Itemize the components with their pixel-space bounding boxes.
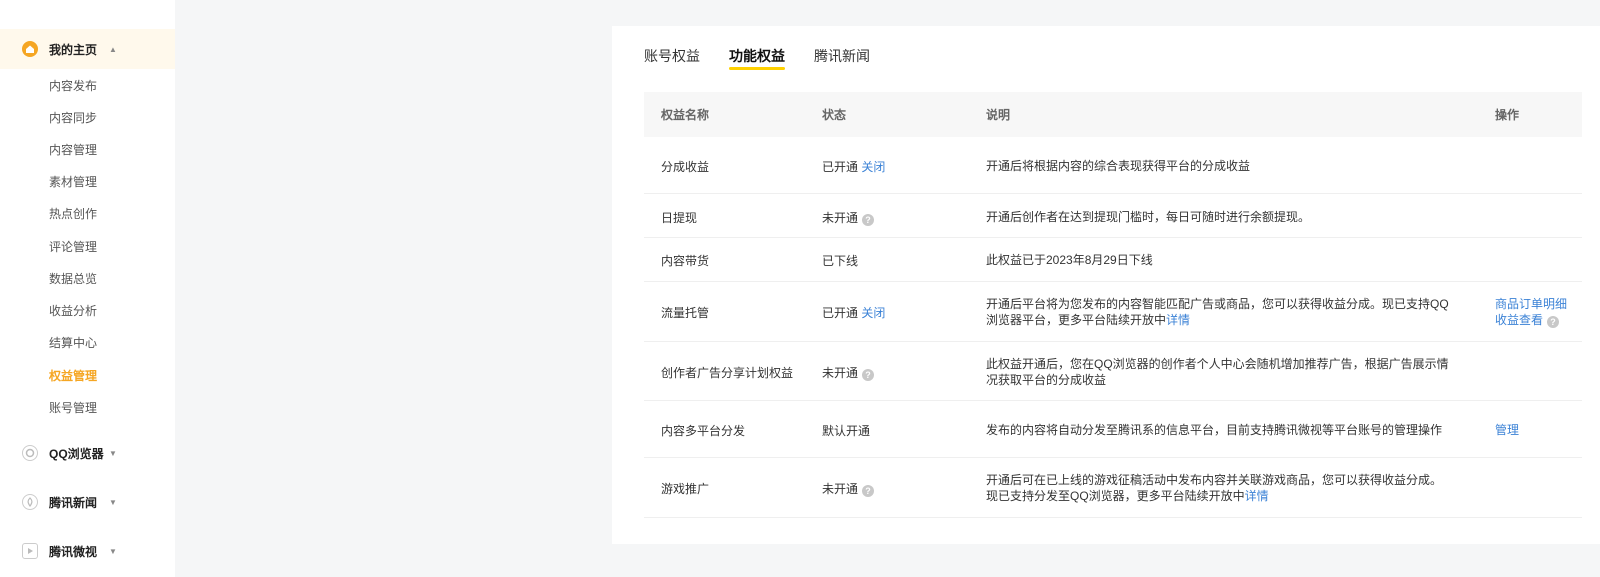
status-cell: 未开通? xyxy=(822,480,875,497)
table-row: 游戏推广 未开通? 开通后可在已上线的游戏征稿活动中发布内容并关联游戏商品，您可… xyxy=(644,458,1582,518)
status-text: 未开通 xyxy=(822,482,859,496)
rights-desc: 此权益已于2023年8月29日下线 xyxy=(986,253,1153,267)
sidebar-group-tencent-news[interactable]: 腾讯新闻 ▼ xyxy=(0,482,175,522)
rights-desc: 开通后平台将为您发布的内容智能匹配广告或商品，您可以获得收益分成。现已支持QQ浏… xyxy=(986,296,1451,328)
sidebar-item-revenue-analysis[interactable]: 收益分析 xyxy=(49,303,97,319)
sidebar-group-weishi[interactable]: 腾讯微视 ▼ xyxy=(0,531,175,571)
sidebar-group-title: 我的主页 xyxy=(49,42,98,57)
sidebar-item-rights-manage[interactable]: 权益管理 xyxy=(49,368,97,384)
table-row: 流量托管 已开通 关闭 开通后平台将为您发布的内容智能匹配广告或商品，您可以获得… xyxy=(644,282,1582,342)
qq-browser-icon xyxy=(22,445,38,461)
details-link[interactable]: 详情 xyxy=(1245,489,1269,503)
sidebar-item-content-sync[interactable]: 内容同步 xyxy=(49,110,97,126)
rights-name: 游戏推广 xyxy=(661,482,710,496)
rights-name: 分成收益 xyxy=(661,160,710,174)
status-cell: 未开通? xyxy=(822,209,875,226)
rights-table: 权益名称 状态 说明 操作 分成收益 已开通 关闭 开通后将根据内容的综合表现获… xyxy=(644,92,1582,518)
sidebar-item-settlement[interactable]: 结算中心 xyxy=(49,335,97,351)
status-text: 已开通 xyxy=(822,160,859,174)
order-detail-link[interactable]: 商品订单明细 xyxy=(1495,297,1567,311)
close-link[interactable]: 关闭 xyxy=(861,306,885,320)
help-icon[interactable]: ? xyxy=(862,485,875,497)
desc-text: 开通后平台将为您发布的内容智能匹配广告或商品，您可以获得收益分成。现已支持QQ浏… xyxy=(986,297,1449,327)
header-desc: 说明 xyxy=(986,108,1011,122)
sidebar-item-content-manage[interactable]: 内容管理 xyxy=(49,142,97,158)
table-row: 创作者广告分享计划权益 未开通? 此权益开通后，您在QQ浏览器的创作者个人中心会… xyxy=(644,342,1582,401)
tab-tencent-news[interactable]: 腾讯新闻 xyxy=(814,46,870,80)
manage-link[interactable]: 管理 xyxy=(1495,422,1519,438)
table-row: 内容带货 已下线 此权益已于2023年8月29日下线 xyxy=(644,238,1582,282)
sidebar-item-data-overview[interactable]: 数据总览 xyxy=(49,271,97,287)
table-row: 日提现 未开通? 开通后创作者在达到提现门槛时，每日可随时进行余额提现。 xyxy=(644,194,1582,238)
status-text: 未开通 xyxy=(822,211,859,225)
op-cell: 商品订单明细 收益查看? xyxy=(1495,296,1567,328)
sidebar-item-material-manage[interactable]: 素材管理 xyxy=(49,174,97,190)
chevron-down-icon: ▼ xyxy=(109,546,117,556)
rights-desc: 此权益开通后，您在QQ浏览器的创作者个人中心会随机增加推荐广告，根据广告展示情况… xyxy=(986,357,1449,387)
status-cell: 已开通 关闭 xyxy=(822,304,885,321)
table-row: 分成收益 已开通 关闭 开通后将根据内容的综合表现获得平台的分成收益 xyxy=(644,137,1582,194)
rights-desc: 发布的内容将自动分发至腾讯系的信息平台，目前支持腾讯微视等平台账号的管理操作 xyxy=(986,423,1443,437)
tencent-news-icon xyxy=(22,494,38,510)
status-text: 已开通 xyxy=(822,306,859,320)
rights-desc: 开通后可在已上线的游戏征稿活动中发布内容并关联游戏商品，您可以获得收益分成。现已… xyxy=(986,472,1451,504)
rights-name: 创作者广告分享计划权益 xyxy=(661,366,794,380)
rights-name: 内容带货 xyxy=(661,254,710,268)
sidebar: 我的主页 ▲ 内容发布 内容同步 内容管理 素材管理 热点创作 评论管理 数据总… xyxy=(0,0,175,577)
rights-name: 内容多平台分发 xyxy=(661,424,746,438)
header-status: 状态 xyxy=(822,108,847,122)
home-icon xyxy=(22,41,38,57)
status-cell: 已开通 关闭 xyxy=(822,158,885,175)
help-icon[interactable]: ? xyxy=(1547,316,1560,328)
rights-name: 流量托管 xyxy=(661,306,710,320)
details-link[interactable]: 详情 xyxy=(1166,313,1190,327)
rights-desc: 开通后将根据内容的综合表现获得平台的分成收益 xyxy=(986,159,1251,173)
chevron-up-icon: ▲ xyxy=(109,44,117,54)
sidebar-item-hot-create[interactable]: 热点创作 xyxy=(49,206,97,222)
sidebar-group-title: 腾讯新闻 xyxy=(49,495,98,510)
header-name: 权益名称 xyxy=(661,108,710,122)
help-icon[interactable]: ? xyxy=(862,369,875,381)
tab-account-rights[interactable]: 账号权益 xyxy=(644,46,700,80)
sidebar-group-title: QQ浏览器 xyxy=(49,446,104,461)
help-icon[interactable]: ? xyxy=(862,214,875,226)
status-text: 未开通 xyxy=(822,366,859,380)
header-op: 操作 xyxy=(1495,108,1520,122)
sidebar-group-qq-browser[interactable]: QQ浏览器 ▼ xyxy=(0,433,175,473)
rights-desc: 开通后创作者在达到提现门槛时，每日可随时进行余额提现。 xyxy=(986,210,1311,224)
chevron-down-icon: ▼ xyxy=(109,497,117,507)
weishi-icon xyxy=(22,543,38,559)
sidebar-group-my-home[interactable]: 我的主页 ▲ xyxy=(0,29,175,69)
status-text: 已下线 xyxy=(822,254,859,268)
sidebar-item-account-manage[interactable]: 账号管理 xyxy=(49,400,97,416)
table-header: 权益名称 状态 说明 操作 xyxy=(644,92,1582,137)
sidebar-item-content-publish[interactable]: 内容发布 xyxy=(49,78,97,94)
sidebar-item-comment-manage[interactable]: 评论管理 xyxy=(49,239,97,255)
sidebar-group-title: 腾讯微视 xyxy=(49,544,98,559)
tab-bar: 账号权益 功能权益 腾讯新闻 xyxy=(644,46,899,86)
desc-text: 开通后可在已上线的游戏征稿活动中发布内容并关联游戏商品，您可以获得收益分成。现已… xyxy=(986,473,1443,503)
revenue-view-link[interactable]: 收益查看 xyxy=(1495,313,1543,327)
status-text: 默认开通 xyxy=(822,424,871,438)
chevron-down-icon: ▼ xyxy=(109,448,117,458)
tab-feature-rights[interactable]: 功能权益 xyxy=(729,46,785,80)
close-link[interactable]: 关闭 xyxy=(861,160,885,174)
status-cell: 未开通? xyxy=(822,364,875,381)
rights-card: 账号权益 功能权益 腾讯新闻 权益名称 状态 说明 操作 分成收益 已开通 关闭… xyxy=(612,26,1600,544)
rights-name: 日提现 xyxy=(661,211,698,225)
table-row: 内容多平台分发 默认开通 发布的内容将自动分发至腾讯系的信息平台，目前支持腾讯微… xyxy=(644,401,1582,458)
